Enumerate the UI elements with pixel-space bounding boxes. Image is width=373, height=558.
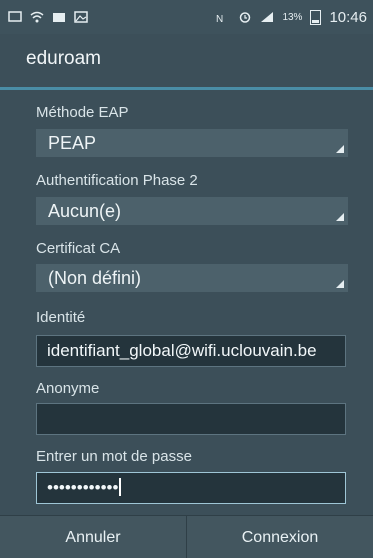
dropdown-corner-icon [336,145,344,153]
connect-button[interactable]: Connexion [186,516,373,558]
status-bar: N 13% 10:46 [0,0,373,34]
phase2-dropdown[interactable]: Aucun(e) [36,197,348,225]
anonymous-input[interactable] [36,403,346,435]
identity-input[interactable]: identifiant_global@wifi.uclouvain.be [36,335,346,367]
image-notification-icon [74,11,88,23]
eap-method-label: Méthode EAP [36,104,129,121]
battery-icon [310,9,322,25]
svg-text:N: N [216,14,223,23]
status-left-icons [0,11,88,23]
alarm-icon [240,12,251,23]
ca-certificate-dropdown[interactable]: (Non défini) [36,264,348,292]
dropdown-corner-icon [336,280,344,288]
app-notification-icon [53,13,65,22]
mirror-screen-icon [8,11,22,22]
clock: 10:46 [329,8,367,26]
dialog-title: eduroam [26,48,101,69]
phase2-label: Authentification Phase 2 [36,172,198,189]
eap-method-dropdown[interactable]: PEAP [36,129,348,157]
battery-percent: 13% [282,11,303,23]
phase2-value: Aucun(e) [48,201,122,221]
ca-certificate-value: (Non défini) [48,268,142,288]
ca-certificate-label: Certificat CA [36,240,121,257]
identity-value: identifiant_global@wifi.uclouvain.be [47,341,317,360]
wifi-icon [30,11,44,23]
eap-method-value: PEAP [48,133,97,153]
identity-label: Identité [36,309,86,326]
password-label: Entrer un mot de passe [36,448,192,465]
dialog-button-bar: Annuler Connexion [0,515,373,558]
signal-icon [261,12,274,22]
cancel-button[interactable]: Annuler [0,516,186,558]
phone-screen: N 13% 10:46 eduroam Méthode EAP PEAP Aut… [0,0,373,558]
text-cursor [119,478,122,496]
status-right-icons: N 13% 10:46 [216,9,373,26]
nfc-icon: N [216,14,223,23]
password-value: •••••••••••• [47,478,119,497]
password-input[interactable]: •••••••••••• [36,472,346,504]
dialog-title-bar: eduroam [0,34,373,90]
dropdown-corner-icon [336,213,344,221]
anonymous-label: Anonyme [36,380,100,397]
